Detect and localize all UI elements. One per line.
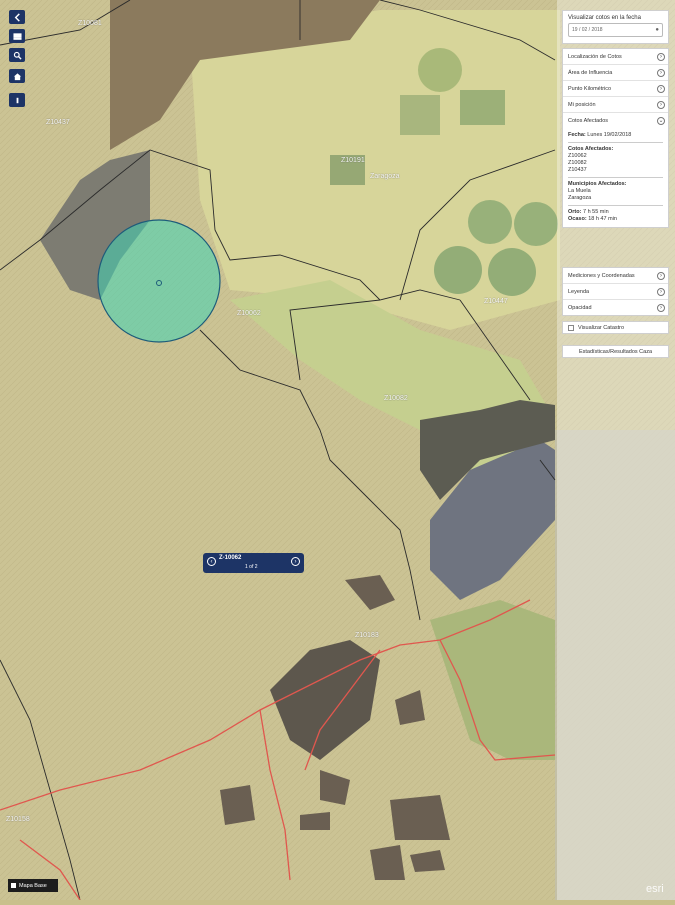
info-icon — [16, 97, 18, 103]
zone-label: Zaragoza — [370, 173, 400, 180]
menu-item-label: Cotos Afectados — [568, 117, 609, 124]
zone-label: Z10191 — [341, 157, 365, 164]
popup-pager: 1 of 2 — [245, 564, 258, 570]
basemap-button[interactable]: Mapa Base — [8, 879, 58, 892]
field-patch — [300, 812, 330, 830]
chevron-right-icon: › — [657, 84, 665, 93]
date-value: 19 / 02 / 2018 — [572, 27, 603, 33]
basemap-icon — [11, 883, 16, 888]
chevron-right-icon: › — [657, 52, 665, 61]
menu-item-label: Localización de Cotos — [568, 53, 622, 60]
popup-title: Z-10062 — [219, 555, 242, 561]
zone-label: Z10062 — [237, 310, 261, 317]
chevron-right-icon: › — [657, 271, 665, 280]
date-box: Visualizar cotos en la fecha 19 / 02 / 2… — [562, 10, 669, 44]
fecha-row: Fecha: Lunes 19/02/2018 — [568, 132, 663, 139]
tools-menu-2: Mediciones y Coordenadas › Leyenda › Opa… — [562, 267, 669, 316]
catastro-toggle[interactable]: Visualizar Catastro — [562, 321, 669, 334]
irrigation-circle — [488, 248, 536, 296]
info-button[interactable] — [9, 93, 25, 107]
date-input[interactable]: 19 / 02 / 2018 ● — [568, 23, 663, 37]
layers-icon — [12, 32, 22, 40]
cotos-label: Cotos Afectados: — [568, 146, 614, 152]
home-button[interactable] — [9, 69, 25, 83]
feature-popup[interactable]: ‹ Z-10062 1 of 2 › — [203, 553, 304, 573]
field-patch — [390, 795, 450, 840]
municipio-item: Zaragoza — [568, 195, 592, 201]
cotos-label-row: Cotos Afectados: — [568, 146, 663, 153]
popup-prev-icon[interactable]: ‹ — [207, 557, 216, 566]
esri-attribution-logo: esri — [646, 883, 664, 895]
orto-row: Orto: 7 h 55 min — [568, 209, 663, 216]
tools-menu: Localización de Cotos › Área de Influenc… — [562, 48, 669, 228]
menu-item-mi-posicion[interactable]: Mi posición › — [563, 96, 668, 112]
chevron-right-icon: › — [657, 100, 665, 109]
home-icon — [13, 72, 21, 80]
municipio-item: La Muela — [568, 188, 591, 194]
coto-item: Z10082 — [568, 160, 587, 166]
menu-item-opacidad[interactable]: Opacidad › — [563, 299, 668, 315]
menu-item-cotos-afectados[interactable]: Cotos Afectados ⌄ — [563, 112, 668, 128]
chevron-right-icon: › — [657, 68, 665, 77]
field-patch — [370, 845, 405, 880]
menu-item-label: Mediciones y Coordenadas — [568, 272, 635, 279]
menu-item-area-influencia[interactable]: Área de Influencia › — [563, 64, 668, 80]
coto-item: Z10437 — [568, 167, 587, 173]
fecha-label: Fecha: — [568, 132, 586, 138]
divider — [568, 177, 663, 178]
catastro-checkbox[interactable] — [568, 324, 574, 331]
menu-item-label: Leyenda — [568, 288, 590, 295]
catastro-label: Visualizar Catastro — [578, 324, 625, 331]
menu-item-mediciones[interactable]: Mediciones y Coordenadas › — [563, 268, 668, 283]
menu-item-punto-kilometrico[interactable]: Punto Kilométrico › — [563, 80, 668, 96]
menu-item-leyenda[interactable]: Leyenda › — [563, 283, 668, 299]
irrigation-circle — [514, 202, 558, 246]
search-icon — [13, 51, 22, 60]
back-button[interactable] — [9, 10, 25, 24]
zone-label: Z10081 — [78, 20, 102, 27]
clear-date-icon[interactable]: ● — [655, 27, 659, 33]
menu-item-label: Opacidad — [568, 304, 592, 311]
fecha-value: Lunes 19/02/2018 — [587, 132, 632, 138]
orto-label: Orto: — [568, 209, 582, 215]
chevron-down-icon: ⌄ — [657, 116, 665, 125]
date-box-title: Visualizar cotos en la fecha — [568, 15, 641, 21]
orto-value: 7 h 55 min — [582, 209, 609, 215]
irrigation-circle — [434, 246, 482, 294]
back-icon — [14, 12, 20, 22]
zone-label: Z10183 — [355, 632, 379, 639]
stats-button[interactable]: Estadísticas/Resultados Caza — [562, 345, 669, 358]
divider — [568, 142, 663, 143]
zone-label: Z10158 — [6, 816, 30, 823]
irrigation-circle — [418, 48, 462, 92]
zone-label: Z10082 — [384, 395, 408, 402]
menu-item-label: Punto Kilométrico — [568, 85, 612, 92]
menu-item-localizacion-cotos[interactable]: Localización de Cotos › — [563, 49, 668, 64]
divider — [568, 205, 663, 206]
ocaso-value: 18 h 47 min — [588, 216, 617, 222]
search-button[interactable] — [9, 48, 25, 62]
chevron-right-icon: › — [657, 303, 665, 312]
municipios-label-row: Municipios Afectados: — [568, 181, 663, 188]
irrigation-circle — [468, 200, 512, 244]
menu-item-label: Mi posición — [568, 101, 596, 108]
affected-info: Fecha: Lunes 19/02/2018 Cotos Afectados:… — [563, 128, 668, 227]
zone-label: Z10447 — [484, 298, 508, 305]
ocaso-label: Ocaso: — [568, 216, 587, 222]
coto-item: Z10062 — [568, 153, 587, 159]
layers-button[interactable] — [9, 29, 25, 43]
ocaso-row: Ocaso: 18 h 47 min — [568, 216, 663, 223]
field-block — [400, 95, 440, 135]
basemap-label: Mapa Base — [19, 882, 47, 889]
field-block — [460, 90, 505, 125]
field-patch — [220, 785, 255, 825]
chevron-right-icon: › — [657, 287, 665, 296]
menu-item-label: Área de Influencia — [568, 69, 613, 76]
zone-label: Z10437 — [46, 119, 70, 126]
popup-next-icon[interactable]: › — [291, 557, 300, 566]
municipios-label: Municipios Afectados: — [568, 181, 627, 187]
